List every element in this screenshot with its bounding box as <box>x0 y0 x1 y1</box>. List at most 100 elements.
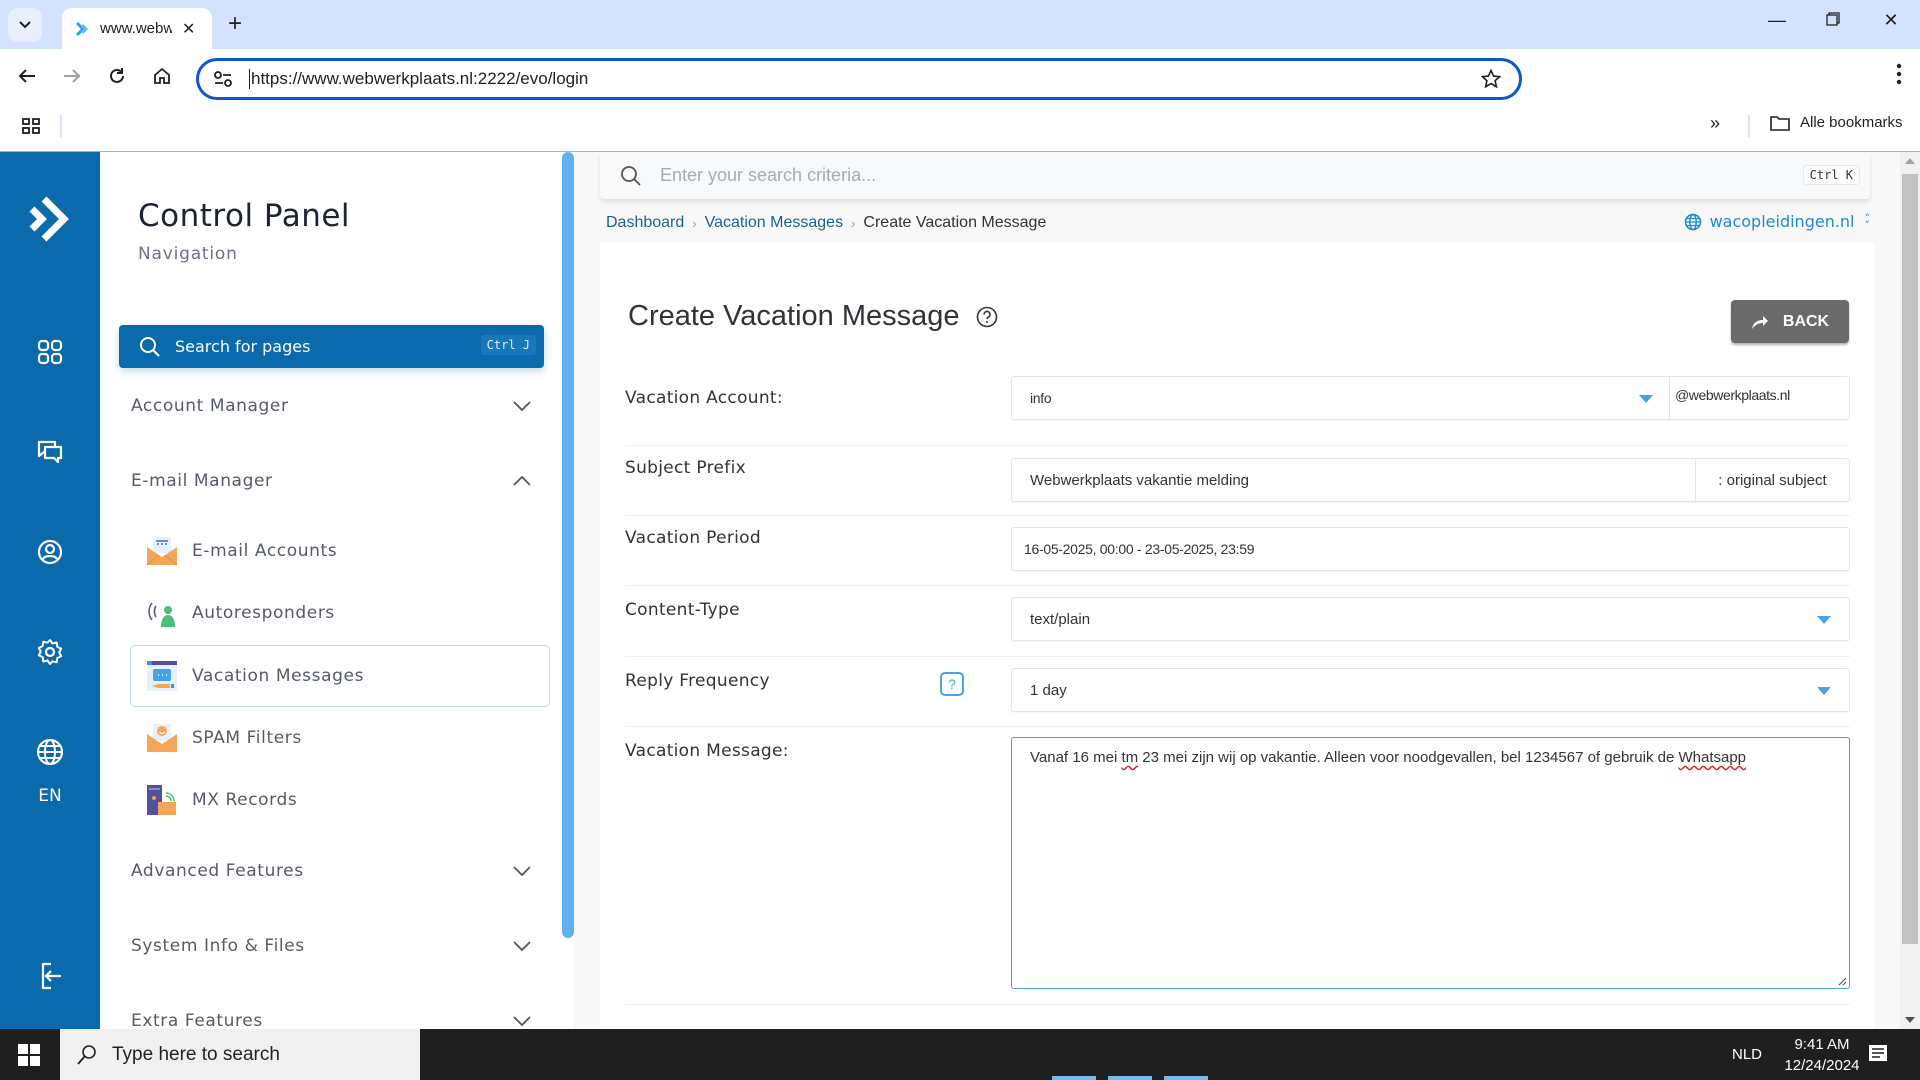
user-icon[interactable] <box>34 536 66 568</box>
vacation-account-value: info <box>1030 390 1052 406</box>
message-text: Vanaf 16 mei <box>1030 749 1122 766</box>
input-language[interactable]: NLD <box>1732 1046 1762 1063</box>
account-domain-suffix: @webwerkplaats.nl <box>1669 377 1849 419</box>
original-subject-text: : original subject <box>1718 471 1827 489</box>
app-indicator[interactable] <box>1164 1076 1208 1080</box>
taskbar-clock[interactable]: 9:41 AM 12/24/2024 <box>1772 1034 1872 1076</box>
dropdown-caret-icon <box>1817 616 1831 624</box>
vacation-messages-icon <box>147 661 177 691</box>
vacation-account-select[interactable]: info @webwerkplaats.nl <box>1011 376 1850 420</box>
scroll-up-arrow-icon[interactable] <box>1905 158 1915 164</box>
scroll-down-arrow-icon[interactable] <box>1905 1017 1915 1023</box>
domain-selector[interactable]: wacopleidingen.nl ˄ ˅ <box>1684 212 1870 231</box>
windows-start-icon[interactable] <box>18 1044 40 1066</box>
autoresponders-icon <box>148 602 175 627</box>
breadcrumb: Dashboard › Vacation Messages › Create V… <box>606 214 1046 232</box>
browser-menu-icon[interactable] <box>1896 63 1902 85</box>
nav-item-email-accounts[interactable]: E-mail Accounts <box>130 520 550 582</box>
minimize-button[interactable]: — <box>1762 10 1792 31</box>
vacation-period-field[interactable]: 16-05-2025, 00:00 - 23-05-2025, 23:59 <box>1011 527 1850 571</box>
nav-section-email-manager[interactable]: E-mail Manager <box>131 466 531 496</box>
breadcrumb-dashboard[interactable]: Dashboard <box>606 214 684 232</box>
reply-frequency-value: 1 day <box>1030 681 1067 699</box>
nav-section-extra-features[interactable]: Extra Features <box>131 1006 531 1029</box>
clock-date: 12/24/2024 <box>1784 1057 1860 1074</box>
settings-icon[interactable] <box>34 636 66 668</box>
breadcrumb-separator: › <box>851 215 856 231</box>
url-text[interactable]: https://www.webwerkplaats.nl:2222/evo/lo… <box>249 69 588 89</box>
language-selector[interactable]: EN <box>0 786 100 806</box>
nav-section-advanced-features[interactable]: Advanced Features <box>131 856 531 886</box>
reply-frequency-help-icon[interactable]: ? <box>940 672 964 696</box>
vacation-message-textarea[interactable]: Vanaf 16 mei tm 23 mei zijn wij op vakan… <box>1011 737 1850 989</box>
logo-icon[interactable] <box>28 196 72 242</box>
nav-item-autoresponders[interactable]: Autoresponders <box>130 582 550 644</box>
tab-search-button[interactable] <box>8 8 42 42</box>
logout-icon[interactable] <box>34 960 66 992</box>
apps-grid-icon[interactable] <box>22 118 40 134</box>
resize-handle-icon[interactable] <box>1837 976 1847 986</box>
forward-nav-button[interactable] <box>59 63 85 89</box>
arrow-right-icon <box>64 69 81 83</box>
taskbar-search-box[interactable]: Type here to search <box>60 1029 420 1080</box>
search-pages-button[interactable]: Search for pages Ctrl J <box>119 325 544 368</box>
back-nav-button[interactable] <box>14 63 40 89</box>
chevron-down-icon <box>513 866 531 876</box>
page-scrollbar[interactable] <box>1900 152 1920 1029</box>
restore-button[interactable] <box>1818 10 1848 31</box>
subject-prefix-row: Subject Prefix Webwerkplaats vakantie me… <box>625 446 1850 516</box>
vacation-period-value[interactable]: 16-05-2025, 00:00 - 23-05-2025, 23:59 <box>1024 541 1255 557</box>
subject-prefix-label: Subject Prefix <box>625 458 746 478</box>
globe-icon[interactable] <box>34 736 66 768</box>
chat-icon[interactable] <box>34 436 66 468</box>
back-button[interactable]: BACK <box>1731 300 1849 343</box>
content-type-value: text/plain <box>1030 610 1091 628</box>
nav-scrollbar[interactable] <box>562 152 574 938</box>
reply-frequency-select[interactable]: 1 day <box>1011 668 1850 712</box>
page-title-text: Create Vacation Message <box>628 300 960 332</box>
nav-item-vacation-messages[interactable]: Vacation Messages <box>130 645 550 707</box>
url-bar[interactable]: https://www.webwerkplaats.nl:2222/evo/lo… <box>196 58 1522 100</box>
nav-scrollbar-thumb[interactable] <box>562 152 574 938</box>
more-bookmarks-icon[interactable]: » <box>1710 113 1720 134</box>
browser-tab-bar: www.webw ✕ + — ✕ <box>0 0 1920 49</box>
chevron-down-icon <box>19 21 31 29</box>
breadcrumb-current: Create Vacation Message <box>863 214 1047 231</box>
content-type-select[interactable]: text/plain <box>1011 597 1850 641</box>
original-subject-suffix: : original subject <box>1695 459 1849 501</box>
home-button[interactable] <box>149 63 175 89</box>
navigation-panel: Control Panel Navigation Search for page… <box>100 152 560 1029</box>
clock-time: 9:41 AM <box>1794 1036 1850 1053</box>
subject-prefix-value[interactable]: Webwerkplaats vakantie melding <box>1030 472 1249 489</box>
subject-prefix-field[interactable]: Webwerkplaats vakantie melding : origina… <box>1011 458 1850 502</box>
dashboard-grid-icon[interactable] <box>34 336 66 368</box>
shortcut-badge: Ctrl J <box>480 335 536 355</box>
dropdown-caret-icon <box>1639 395 1653 403</box>
taskbar-running-apps[interactable] <box>1052 1076 1208 1080</box>
tab-close-icon[interactable]: ✕ <box>182 19 195 39</box>
reload-button[interactable] <box>104 63 130 89</box>
new-tab-button[interactable]: + <box>228 12 242 36</box>
chevron-down-icon <box>513 1016 531 1026</box>
site-settings-icon[interactable] <box>213 70 233 88</box>
breadcrumb-vacation-messages[interactable]: Vacation Messages <box>705 214 843 232</box>
nav-section-account-manager[interactable]: Account Manager <box>131 391 531 421</box>
close-window-button[interactable]: ✕ <box>1876 10 1906 31</box>
bookmark-star-icon[interactable] <box>1481 69 1501 89</box>
page-scrollbar-thumb[interactable] <box>1902 174 1918 944</box>
nav-section-system-info[interactable]: System Info & Files <box>131 931 531 961</box>
nav-item-mx-records[interactable]: MX Records <box>130 769 550 831</box>
nav-item-spam-filters[interactable]: SPAM Filters <box>130 707 550 769</box>
global-search-placeholder: Enter your search criteria... <box>660 165 877 185</box>
notifications-icon[interactable] <box>1868 1044 1890 1066</box>
global-search-bar[interactable]: Enter your search criteria... Ctrl K <box>600 152 1870 199</box>
dropdown-caret-icon <box>1817 687 1831 695</box>
nav-item-label: E-mail Accounts <box>192 541 338 561</box>
app-indicator[interactable] <box>1052 1076 1096 1080</box>
browser-tab[interactable]: www.webw ✕ <box>62 8 212 49</box>
windows-taskbar: Type here to search NLD 9:41 AM 12/24/20… <box>0 1029 1920 1080</box>
section-label: Advanced Features <box>131 861 304 881</box>
all-bookmarks-button[interactable]: Alle bookmarks <box>1770 114 1903 131</box>
help-circle-icon[interactable] <box>976 306 998 328</box>
app-indicator[interactable] <box>1108 1076 1152 1080</box>
